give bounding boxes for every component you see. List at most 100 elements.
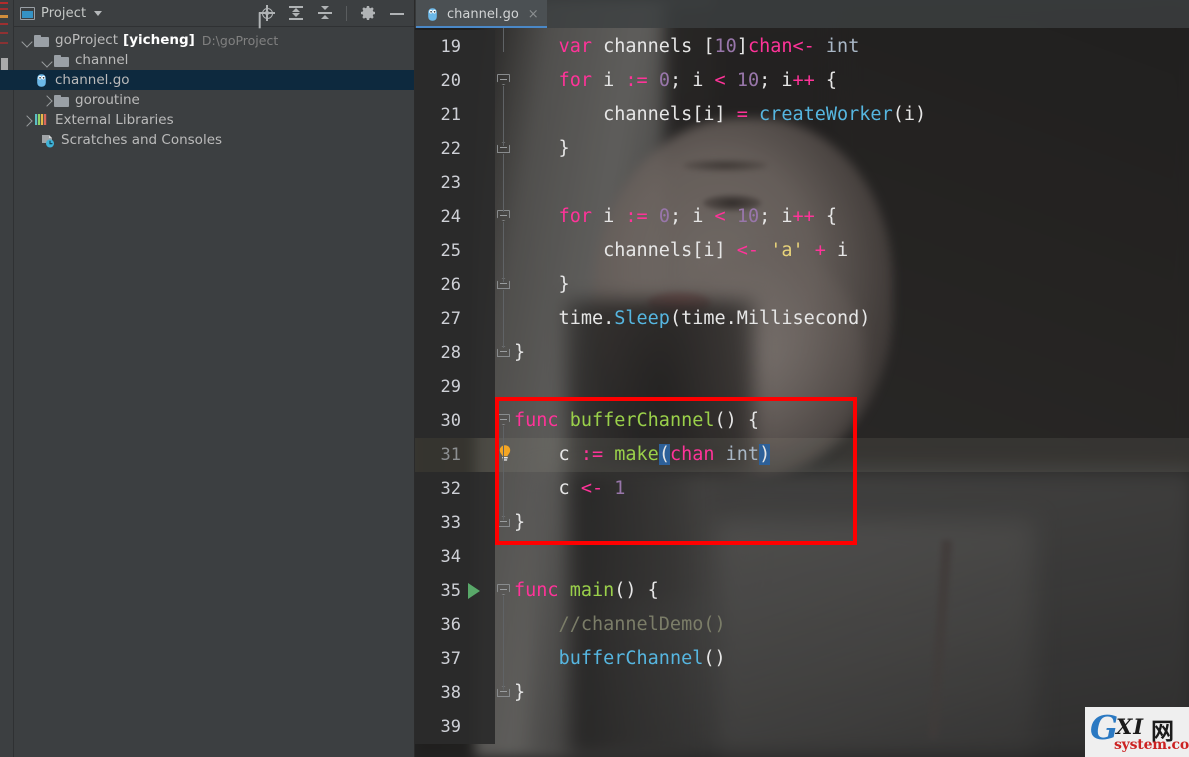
tree-item-goproject[interactable]: goProject [yicheng] D:\goProject — [14, 30, 414, 50]
lightbulb-icon[interactable] — [497, 444, 513, 464]
project-title-dropdown[interactable]: Project — [20, 6, 103, 21]
tree-item-channel[interactable]: channel — [14, 50, 414, 70]
chevron-down-icon[interactable] — [94, 10, 103, 16]
tab-label: channel.go — [447, 6, 519, 22]
code-line[interactable]: 20 for i := 0; i < 10; i++ { — [415, 64, 1189, 98]
expand-all-icon[interactable] — [288, 5, 304, 21]
fold-guide-line — [503, 222, 504, 282]
code-token: } — [514, 682, 526, 703]
code-line[interactable]: 33} — [415, 506, 1189, 540]
line-number: 29 — [440, 377, 461, 397]
code-token: ; i — [669, 70, 715, 91]
code-token: 1 — [614, 478, 626, 499]
code-line[interactable]: 21 channels[i] = createWorker(i) — [415, 98, 1189, 132]
code-line[interactable]: 29 — [415, 370, 1189, 404]
code-line[interactable]: 38} — [415, 676, 1189, 710]
code-line[interactable]: 24 for i := 0; i < 10; i++ { — [415, 200, 1189, 234]
chevron-down-icon[interactable] — [40, 53, 54, 67]
code-line[interactable]: 19 var channels [10]chan<- int — [415, 30, 1189, 64]
code-token: () { — [614, 580, 659, 601]
strip-markers — [0, 2, 8, 54]
code-line-text: for i := 0; i < 10; i++ { — [514, 200, 838, 234]
code-line[interactable]: 27 time.Sleep(time.Millisecond) — [415, 302, 1189, 336]
code-line-text: var channels [10]chan<- int — [514, 30, 860, 64]
code-token: createWorker — [759, 104, 893, 125]
watermark-letters-xi: XI — [1116, 714, 1145, 739]
folder-icon — [34, 34, 50, 47]
library-icon — [34, 113, 49, 127]
chevron-down-icon[interactable] — [20, 33, 34, 47]
code-token: chan — [669, 444, 715, 465]
code-token: i — [591, 70, 626, 91]
fold-guide-line — [503, 290, 504, 348]
chevron-right-icon[interactable] — [40, 93, 54, 107]
code-token: } — [514, 512, 526, 533]
tree-item-scratches[interactable]: Scratches and Consoles — [14, 130, 414, 150]
code-editor[interactable]: 19 var channels [10]chan<- int 20 for i :… — [415, 28, 1189, 757]
code-line[interactable]: 39 — [415, 710, 1189, 744]
code-token: { — [814, 206, 838, 227]
tree-item-goroutine[interactable]: goroutine — [14, 90, 414, 110]
project-window-icon — [20, 6, 35, 20]
tab-channel-go[interactable]: channel.go × — [416, 0, 547, 28]
code-line[interactable]: 25 channels[i] <- 'a' + i — [415, 234, 1189, 268]
code-line[interactable]: 32 c <- 1 — [415, 472, 1189, 506]
code-line[interactable]: 36 //channelDemo() — [415, 608, 1189, 642]
code-line[interactable]: 37 bufferChannel() — [415, 642, 1189, 676]
code-line[interactable]: 34 — [415, 540, 1189, 574]
code-token: func — [514, 410, 559, 431]
code-line[interactable]: 31 c := make(chan int) — [415, 438, 1189, 472]
chevron-right-icon[interactable] — [20, 113, 34, 127]
code-token: 10 — [736, 206, 760, 227]
project-tree: goProject [yicheng] D:\goProject channel — [0, 27, 414, 150]
code-token: } — [514, 274, 570, 295]
code-line[interactable]: 28} — [415, 336, 1189, 370]
code-line-text: func main() { — [514, 574, 659, 608]
ide-window: Project goProject [yicheng] D:\goProject… — [0, 0, 1189, 757]
code-line-text: channels[i] <- 'a' + i — [514, 234, 848, 268]
tree-item-external-libraries[interactable]: External Libraries — [14, 110, 414, 130]
line-number: 23 — [440, 173, 461, 193]
line-number: 28 — [440, 343, 461, 363]
code-token: [ — [703, 36, 715, 57]
minimize-icon[interactable] — [389, 5, 405, 21]
locate-in-tree-icon[interactable] — [259, 5, 275, 21]
code-token: bufferChannel — [569, 410, 715, 431]
fold-guide-line — [503, 596, 504, 690]
code-line-text: bufferChannel() — [514, 642, 726, 676]
code-token: main — [569, 580, 615, 601]
code-line-text: c <- 1 — [514, 472, 626, 506]
toolbar-separator — [346, 5, 347, 21]
line-number: 24 — [440, 207, 461, 227]
collapse-all-icon[interactable] — [317, 5, 333, 21]
code-token: + — [814, 240, 826, 261]
tree-item-channel-go[interactable]: channel.go — [0, 70, 414, 90]
code-token: } — [514, 138, 570, 159]
code-line[interactable]: 26 } — [415, 268, 1189, 302]
close-icon[interactable]: × — [528, 8, 539, 21]
line-number: 26 — [440, 275, 461, 295]
scratches-icon — [40, 133, 55, 148]
tool-window-strip[interactable] — [0, 0, 14, 757]
fold-guide-line — [503, 426, 504, 520]
code-token: < — [714, 206, 726, 227]
code-token: <- — [736, 240, 760, 261]
code-line[interactable]: 23 — [415, 166, 1189, 200]
tree-item-label: External Libraries — [55, 112, 174, 128]
code-line[interactable]: 22 } — [415, 132, 1189, 166]
code-line-text: //channelDemo() — [514, 608, 726, 642]
code-line[interactable]: 35 func main() { — [415, 574, 1189, 608]
code-line[interactable]: 30 func bufferChannel() { — [415, 404, 1189, 438]
watermark: G XI 网 system.com — [1085, 707, 1189, 757]
code-line-text: c := make(chan int) — [514, 438, 771, 472]
line-number: 27 — [440, 309, 461, 329]
run-gutter-icon[interactable] — [465, 582, 483, 600]
code-token: i — [591, 206, 626, 227]
gear-icon[interactable] — [360, 5, 376, 21]
